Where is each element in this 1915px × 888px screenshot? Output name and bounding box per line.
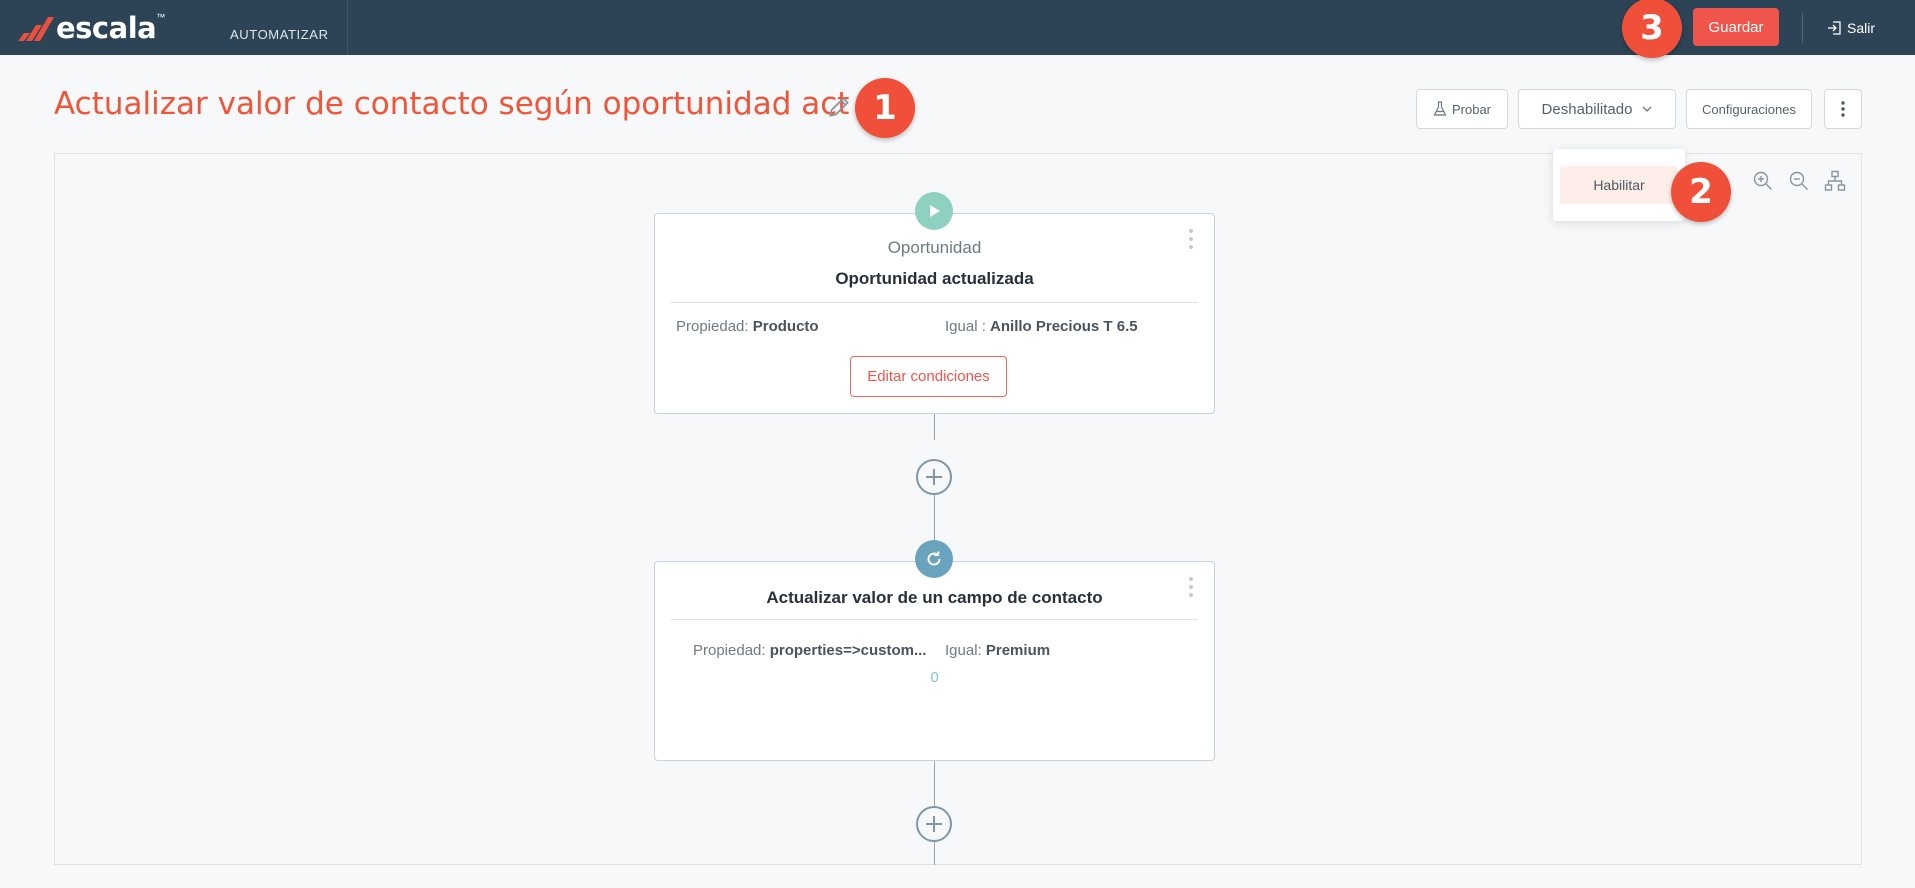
exit-button[interactable]: Salir [1826, 17, 1875, 39]
trigger-card[interactable]: Oportunidad Oportunidad actualizada Prop… [654, 213, 1215, 414]
plus-icon [926, 816, 942, 832]
test-label: Probar [1451, 101, 1492, 117]
trigger-event: Oportunidad actualizada [835, 269, 1034, 288]
status-dropdown-menu: Habilitar [1553, 149, 1685, 221]
trigger-property: Propiedad: Producto [676, 318, 819, 335]
play-icon [915, 192, 953, 230]
action-condition: Igual: Premium [945, 642, 1050, 659]
test-button[interactable]: Probar [1416, 89, 1508, 129]
logo-bars-icon [18, 17, 54, 41]
property-value: properties=>custom... [769, 642, 927, 659]
topbar-divider [1802, 13, 1803, 43]
kebab-icon [1841, 101, 1845, 117]
nav-automatizar[interactable]: AUTOMATIZAR [230, 27, 329, 42]
card-divider [671, 619, 1198, 620]
condition-value: Anillo Precious T 6.5 [990, 318, 1138, 335]
exit-label: Salir [1847, 20, 1876, 36]
save-button[interactable]: Guardar [1693, 8, 1779, 46]
canvas-zoom-tools [1752, 170, 1846, 192]
layout-tree-icon[interactable] [1824, 170, 1846, 192]
add-step-button[interactable] [916, 806, 952, 842]
status-label: Deshabilitado [1541, 100, 1633, 118]
nav-divider [347, 0, 348, 55]
plus-icon [926, 469, 942, 485]
flask-icon [1433, 101, 1447, 116]
edit-conditions-button[interactable]: Editar condiciones [850, 356, 1007, 397]
action-title: Actualizar valor de un campo de contacto [766, 588, 1103, 607]
action-count: 0 [930, 669, 939, 686]
brand-trademark: ™ [156, 12, 166, 22]
add-step-button[interactable] [916, 459, 952, 495]
condition-key: Igual : [945, 318, 986, 335]
step-marker-2: 2 [1671, 162, 1731, 222]
condition-value: Premium [985, 642, 1051, 659]
refresh-icon [915, 540, 953, 578]
dropdown-option-habilitar[interactable]: Habilitar [1560, 166, 1678, 204]
zoom-in-icon[interactable] [1752, 170, 1774, 192]
property-value: Producto [752, 318, 819, 335]
property-key: Propiedad: [693, 642, 766, 659]
action-card[interactable]: Actualizar valor de un campo de contacto… [654, 561, 1215, 761]
more-options-button[interactable] [1824, 89, 1862, 129]
status-dropdown[interactable]: Deshabilitado [1518, 89, 1676, 129]
zoom-out-icon[interactable] [1788, 170, 1810, 192]
exit-icon [1828, 21, 1841, 35]
step-marker-3: 3 [1622, 0, 1682, 58]
trigger-condition: Igual : Anillo Precious T 6.5 [945, 318, 1138, 335]
brand-logo[interactable]: escala ™ [16, 11, 166, 45]
page-title: Actualizar valor de contacto según oport… [54, 86, 850, 122]
config-button[interactable]: Configuraciones [1686, 89, 1812, 129]
step-marker-1: 1 [855, 78, 915, 138]
chevron-down-icon [1642, 106, 1652, 112]
property-key: Propiedad: [676, 318, 749, 335]
trigger-object: Oportunidad [887, 238, 982, 257]
pencil-icon[interactable] [826, 94, 852, 120]
action-property: Propiedad: properties=>custom... [693, 642, 926, 659]
card-divider [671, 302, 1198, 303]
condition-key: Igual: [945, 642, 982, 659]
brand-name: escala [56, 11, 157, 45]
